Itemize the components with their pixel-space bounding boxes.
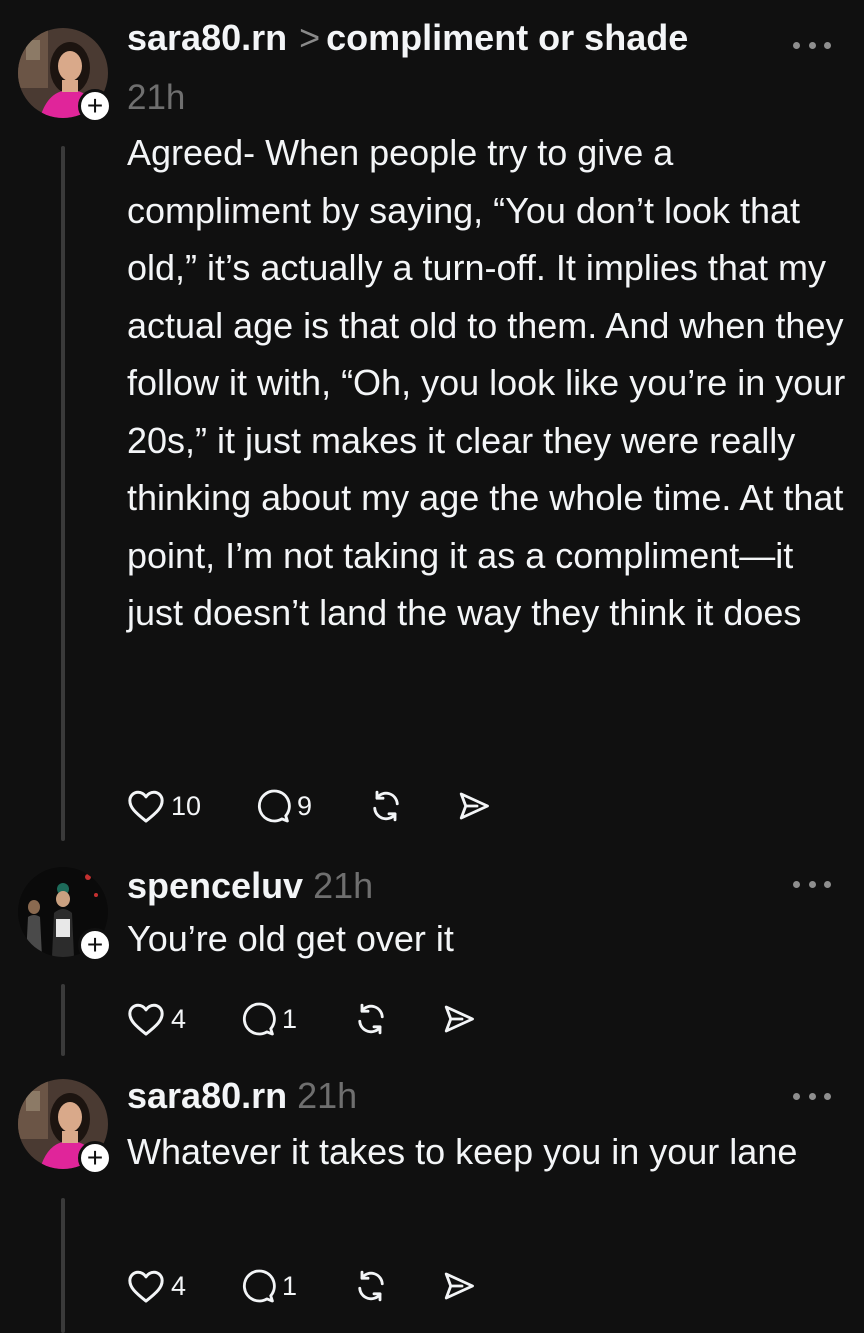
timestamp: 21h bbox=[297, 1075, 358, 1116]
like-button[interactable]: 4 bbox=[127, 1001, 240, 1037]
like-count: 10 bbox=[171, 790, 202, 821]
repost-button[interactable] bbox=[353, 1001, 441, 1037]
post-header: spenceluv 21h bbox=[127, 864, 373, 908]
post-text: You’re old get over it bbox=[127, 918, 454, 959]
reply-count: 9 bbox=[297, 790, 313, 821]
thread-line bbox=[61, 146, 65, 841]
post-text: Whatever it takes to keep you in your la… bbox=[127, 1131, 798, 1172]
share-button[interactable] bbox=[441, 1268, 477, 1304]
reply-button[interactable]: 1 bbox=[240, 1001, 353, 1037]
like-count: 4 bbox=[171, 1270, 187, 1301]
thread-line bbox=[61, 1198, 65, 1333]
repost-icon bbox=[373, 790, 399, 822]
heart-icon bbox=[128, 1270, 164, 1303]
timestamp: 21h bbox=[313, 865, 374, 906]
follow-button[interactable]: + bbox=[78, 928, 112, 962]
like-count: 4 bbox=[171, 1003, 187, 1034]
share-button[interactable] bbox=[456, 788, 492, 824]
post-3: + sara80.rn 21h Whatever it takes to kee… bbox=[0, 1070, 864, 1333]
chevron-right-icon: > bbox=[299, 17, 321, 58]
action-bar: 4 1 bbox=[127, 999, 477, 1039]
reply-button[interactable]: 9 bbox=[255, 788, 368, 824]
share-button[interactable] bbox=[441, 1001, 477, 1037]
follow-button[interactable]: + bbox=[78, 1141, 112, 1175]
post-text: Agreed- When people try to give a compli… bbox=[127, 132, 846, 633]
username[interactable]: spenceluv bbox=[127, 865, 303, 906]
repost-icon bbox=[358, 1003, 384, 1035]
username[interactable]: sara80.rn bbox=[127, 1075, 287, 1116]
comment-icon bbox=[257, 789, 291, 823]
post-1: + sara80.rn > compliment or shade 21h Agre… bbox=[0, 0, 864, 860]
reply-count: 1 bbox=[282, 1270, 298, 1301]
more-icon[interactable] bbox=[793, 1089, 831, 1103]
share-icon bbox=[444, 1005, 474, 1033]
comment-icon bbox=[242, 1002, 276, 1036]
post-header: sara80.rn 21h bbox=[127, 1074, 357, 1118]
share-icon bbox=[459, 792, 489, 820]
action-bar: 10 9 bbox=[127, 786, 492, 826]
comment-icon bbox=[242, 1269, 276, 1303]
follow-button[interactable]: + bbox=[78, 89, 112, 123]
topic-tag[interactable]: compliment or shade bbox=[326, 17, 688, 58]
repost-button[interactable] bbox=[353, 1268, 441, 1304]
repost-icon bbox=[358, 1270, 384, 1302]
heart-icon bbox=[128, 1003, 164, 1036]
action-bar: 4 1 bbox=[127, 1266, 477, 1306]
like-button[interactable]: 10 bbox=[127, 788, 255, 824]
post-2: + spenceluv 21h You’re old get over it 4… bbox=[0, 860, 864, 1070]
timestamp: 21h bbox=[127, 78, 186, 117]
more-icon[interactable] bbox=[793, 38, 831, 52]
post-header: sara80.rn > compliment or shade bbox=[127, 16, 688, 60]
reply-count: 1 bbox=[282, 1003, 298, 1034]
more-icon[interactable] bbox=[793, 877, 831, 891]
thread-line bbox=[61, 984, 65, 1056]
username[interactable]: sara80.rn bbox=[127, 17, 287, 58]
repost-button[interactable] bbox=[368, 788, 456, 824]
reply-button[interactable]: 1 bbox=[240, 1268, 353, 1304]
heart-icon bbox=[128, 790, 164, 823]
like-button[interactable]: 4 bbox=[127, 1268, 240, 1304]
share-icon bbox=[444, 1272, 474, 1300]
